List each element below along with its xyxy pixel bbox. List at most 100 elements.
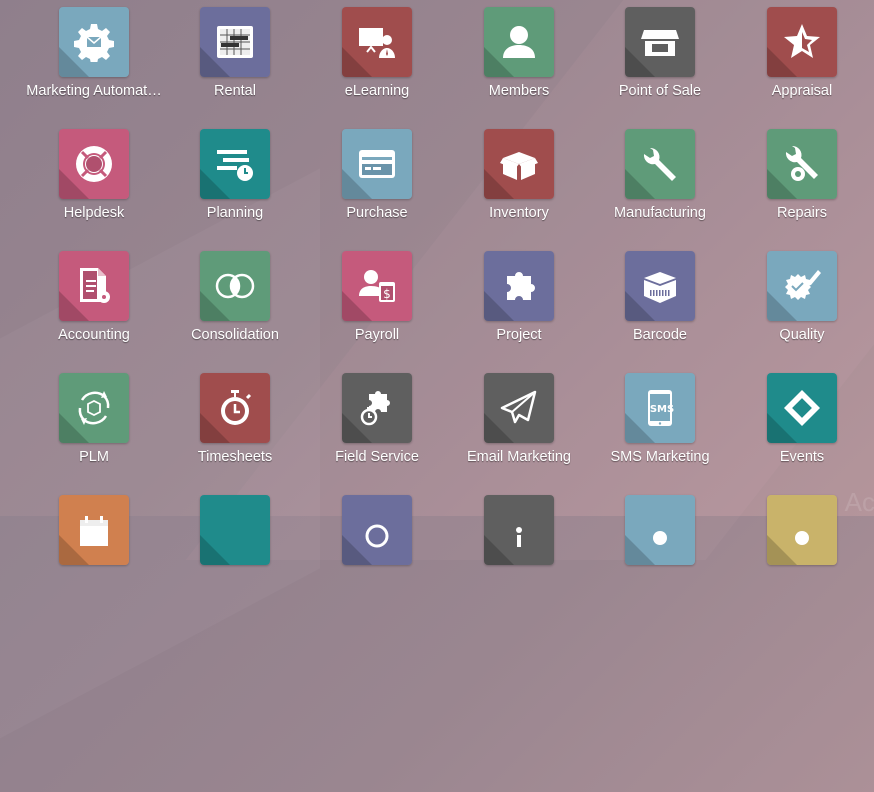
app-label: Barcode <box>632 327 687 343</box>
app-tile[interactable] <box>484 495 554 565</box>
circle-app-icon <box>365 524 389 548</box>
app-accounting[interactable]: Accounting <box>23 251 165 343</box>
app-label: Rental <box>214 83 256 99</box>
app-label: Quality <box>779 327 825 343</box>
app-tile-24[interactable] <box>23 495 165 565</box>
app-grid: Marketing Automat… Rental eLearning Members… <box>0 0 874 565</box>
paper-plane-icon <box>500 390 537 424</box>
star-icon <box>784 24 820 58</box>
app-tile[interactable] <box>342 373 412 443</box>
app-label: Point of Sale <box>618 83 702 99</box>
app-tile[interactable] <box>200 373 270 443</box>
puzzle-icon <box>507 272 535 300</box>
app-payroll[interactable]: $ Payroll <box>306 251 448 343</box>
app-timesheets[interactable]: Timesheets <box>164 373 306 465</box>
user-icon <box>503 26 535 58</box>
app-tile[interactable] <box>767 251 837 321</box>
app-field-service[interactable]: Field Service <box>306 373 448 465</box>
shop-icon <box>641 30 679 56</box>
app-tile[interactable] <box>484 373 554 443</box>
app-tile-28[interactable] <box>589 495 731 565</box>
app-planning[interactable]: Planning <box>164 129 306 221</box>
app-label: Appraisal <box>771 83 833 99</box>
sms-tablet-icon: SMS <box>648 390 674 426</box>
app-purchase[interactable]: Purchase <box>306 129 448 221</box>
app-tile-25[interactable] <box>164 495 306 565</box>
app-members[interactable]: Members <box>448 7 590 99</box>
app-label: Planning <box>206 205 264 221</box>
app-rental[interactable]: Rental <box>164 7 306 99</box>
app-tile-26[interactable] <box>306 495 448 565</box>
app-consolidation[interactable]: Consolidation <box>164 251 306 343</box>
app-tile[interactable] <box>200 251 270 321</box>
app-tile[interactable] <box>200 495 270 565</box>
app-tile[interactable] <box>59 495 129 565</box>
cycle-box-icon <box>78 391 110 425</box>
calendar-grid-icon <box>217 26 253 58</box>
app-email-marketing[interactable]: Email Marketing <box>448 373 590 465</box>
app-label: eLearning <box>344 83 410 99</box>
open-box-icon <box>500 152 538 180</box>
app-barcode[interactable]: Barcode <box>589 251 731 343</box>
app-tile[interactable] <box>625 495 695 565</box>
user-payslip-icon: $ <box>359 270 395 302</box>
app-tile[interactable] <box>59 129 129 199</box>
app-tile[interactable] <box>625 251 695 321</box>
app-inventory[interactable]: Inventory <box>448 129 590 221</box>
gear-envelope-icon <box>74 24 114 62</box>
app-label: Timesheets <box>197 449 273 465</box>
app-label: Email Marketing <box>467 449 571 465</box>
app-events[interactable]: Events <box>731 373 873 465</box>
ticket-icon <box>784 390 820 426</box>
app-tile[interactable] <box>625 7 695 77</box>
app-tile[interactable] <box>342 129 412 199</box>
app-tile[interactable] <box>484 7 554 77</box>
app-tile[interactable] <box>342 495 412 565</box>
app-sms-marketing[interactable]: SMS SMS Marketing <box>589 373 731 465</box>
puzzle-stopwatch-icon <box>360 391 390 426</box>
app-tile[interactable] <box>767 7 837 77</box>
app-label: Purchase <box>346 205 408 221</box>
app-helpdesk[interactable]: Helpdesk <box>23 129 165 221</box>
app-label: Manufacturing <box>614 205 706 221</box>
app-tile[interactable] <box>200 7 270 77</box>
app-tile[interactable] <box>767 495 837 565</box>
app-marketing-automat[interactable]: Marketing Automat… <box>23 7 165 99</box>
app-label: Marketing Automat… <box>26 83 162 99</box>
app-plm[interactable]: PLM <box>23 373 165 465</box>
app-point-of-sale[interactable]: Point of Sale <box>589 7 731 99</box>
app-label: Accounting <box>58 327 130 343</box>
app-tile[interactable] <box>625 129 695 199</box>
app-tile[interactable] <box>484 251 554 321</box>
app-quality[interactable]: Quality <box>731 251 873 343</box>
wrench-gear-icon <box>785 145 818 181</box>
app-manufacturing[interactable]: Manufacturing <box>589 129 731 221</box>
app-tile[interactable] <box>200 129 270 199</box>
app-tile[interactable] <box>59 251 129 321</box>
presenter-board-icon <box>359 28 395 58</box>
user-app-icon <box>795 531 809 545</box>
app-appraisal[interactable]: Appraisal <box>731 7 873 99</box>
app-tile[interactable] <box>484 129 554 199</box>
app-tile[interactable]: SMS <box>625 373 695 443</box>
app-tile[interactable] <box>342 7 412 77</box>
calendar-icon <box>80 516 108 546</box>
stopwatch-icon <box>221 390 252 425</box>
document-gear-icon <box>80 268 110 303</box>
app-tile[interactable]: $ <box>342 251 412 321</box>
app-project[interactable]: Project <box>448 251 590 343</box>
app-tile[interactable] <box>59 7 129 77</box>
app-tile-27[interactable] <box>448 495 590 565</box>
svg-text:$: $ <box>383 287 391 301</box>
app-tile[interactable] <box>59 373 129 443</box>
app-label: PLM <box>79 449 109 465</box>
badge-check-pencil-icon <box>785 270 821 300</box>
app-elearning[interactable]: eLearning <box>306 7 448 99</box>
teal-app-icon <box>215 510 255 550</box>
app-repairs[interactable]: Repairs <box>731 129 873 221</box>
app-label: Repairs <box>777 205 827 221</box>
planning-clock-icon <box>217 150 253 181</box>
app-tile[interactable] <box>767 373 837 443</box>
app-tile[interactable] <box>767 129 837 199</box>
activation-watermark: Acti <box>844 487 874 517</box>
